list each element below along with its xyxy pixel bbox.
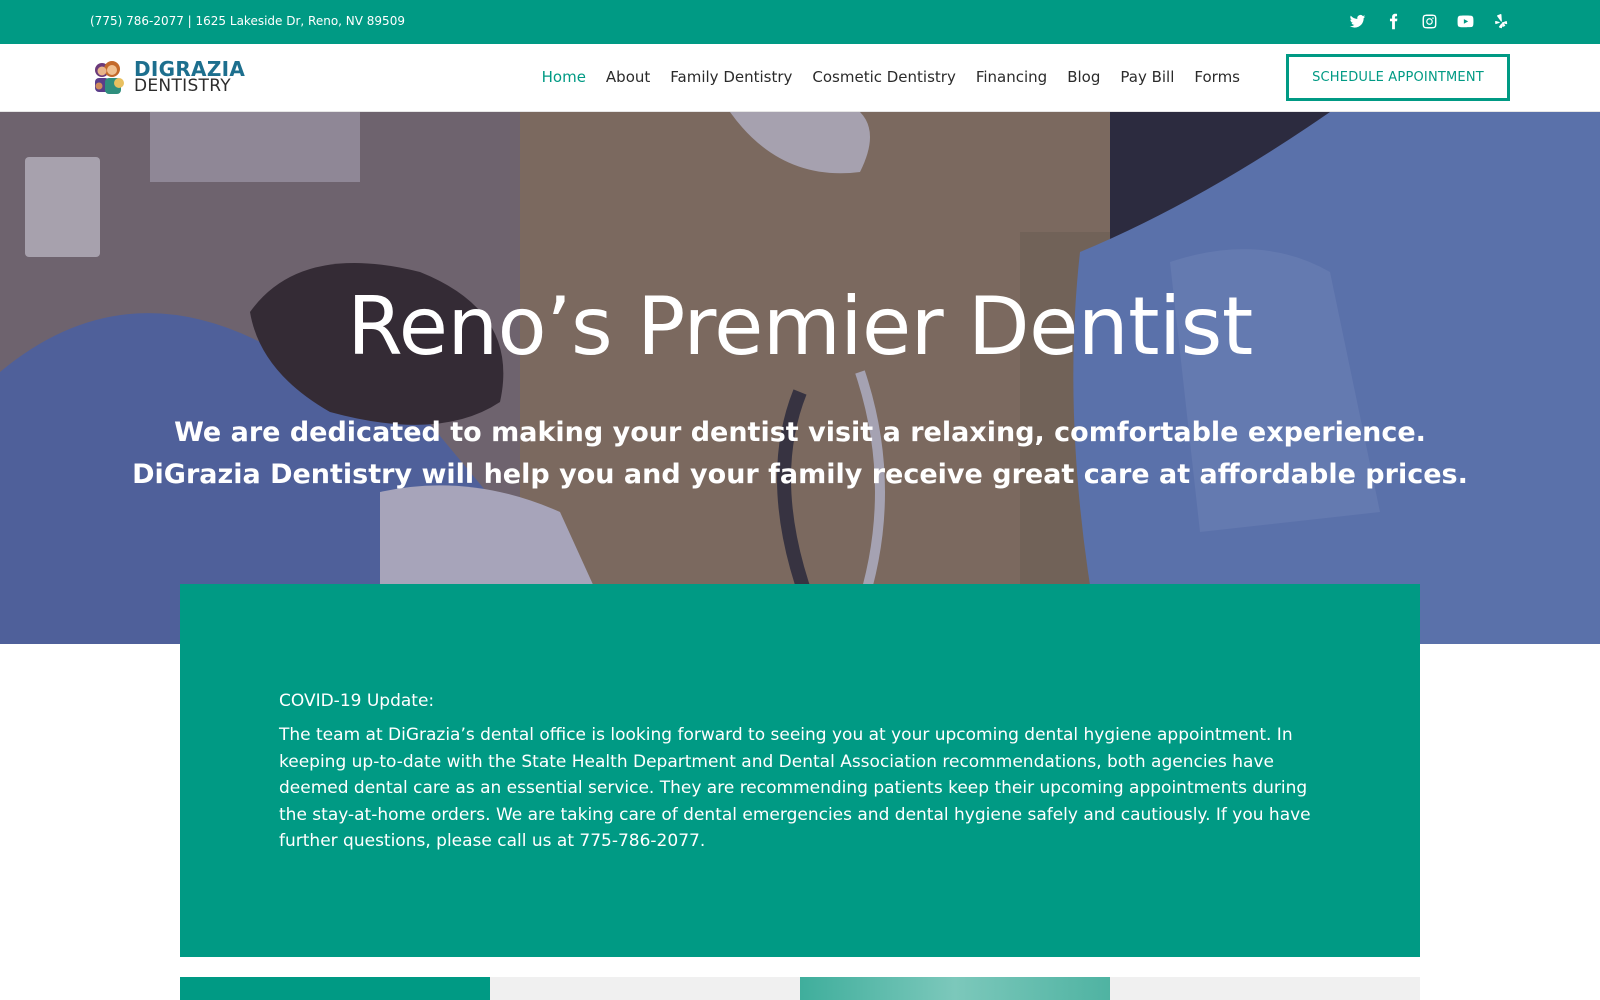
logo-line-2: DENTISTRY bbox=[134, 76, 231, 96]
logo-text: DIGRAZIA DENTISTRY bbox=[134, 59, 245, 96]
twitter-icon[interactable] bbox=[1348, 12, 1366, 30]
hero-subtitle-line-2: DiGrazia Dentistry will help you and you… bbox=[132, 459, 1468, 490]
nav-forms[interactable]: Forms bbox=[1194, 68, 1240, 86]
hero-photo bbox=[0, 112, 1600, 644]
service-tiles bbox=[180, 977, 1420, 1000]
nav-cosmetic-dentistry[interactable]: Cosmetic Dentistry bbox=[812, 68, 955, 86]
nav-home[interactable]: Home bbox=[542, 68, 586, 86]
nav-about[interactable]: About bbox=[606, 68, 650, 86]
covid-body: The team at DiGrazia’s dental office is … bbox=[279, 725, 1311, 851]
facebook-icon[interactable] bbox=[1384, 12, 1402, 30]
yelp-icon[interactable] bbox=[1492, 12, 1510, 30]
covid-heading: COVID-19 Update: bbox=[279, 691, 435, 711]
service-tile[interactable] bbox=[800, 977, 1110, 1000]
instagram-icon[interactable] bbox=[1420, 12, 1438, 30]
service-tile[interactable] bbox=[1110, 977, 1420, 1000]
top-bar: (775) 786-2077 | 1625 Lakeside Dr, Reno,… bbox=[0, 0, 1600, 44]
hero-title: Reno’s Premier Dentist bbox=[347, 280, 1253, 373]
main-nav: Home About Family Dentistry Cosmetic Den… bbox=[522, 68, 1240, 86]
nav-family-dentistry[interactable]: Family Dentistry bbox=[670, 68, 792, 86]
covid-update-box: COVID-19 Update: The team at DiGrazia’s … bbox=[180, 584, 1420, 957]
contact-info: (775) 786-2077 | 1625 Lakeside Dr, Reno,… bbox=[90, 14, 405, 28]
social-links bbox=[1348, 12, 1510, 30]
hero-banner: Reno’s Premier Dentist We are dedicated … bbox=[0, 112, 1600, 644]
site-logo[interactable]: DIGRAZIA DENTISTRY bbox=[90, 58, 245, 98]
service-tile[interactable] bbox=[180, 977, 490, 1000]
schedule-appointment-button[interactable]: SCHEDULE APPOINTMENT bbox=[1286, 54, 1510, 101]
service-tile[interactable] bbox=[490, 977, 800, 1000]
nav-blog[interactable]: Blog bbox=[1067, 68, 1100, 86]
youtube-icon[interactable] bbox=[1456, 12, 1474, 30]
nav-financing[interactable]: Financing bbox=[976, 68, 1047, 86]
hero-subtitle-line-1: We are dedicated to making your dentist … bbox=[174, 417, 1426, 448]
hero-subtitle: We are dedicated to making your dentist … bbox=[0, 412, 1600, 496]
nav-pay-bill[interactable]: Pay Bill bbox=[1120, 68, 1174, 86]
logo-family-icon bbox=[90, 58, 128, 98]
